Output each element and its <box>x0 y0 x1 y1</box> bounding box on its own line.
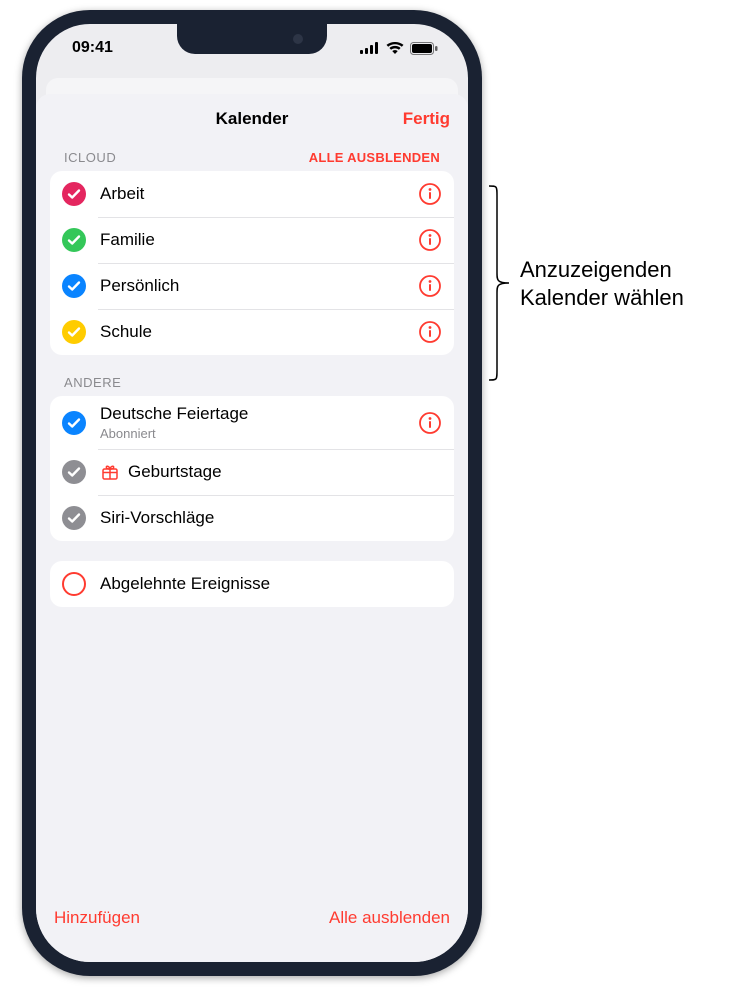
calendar-label: Persönlich <box>100 276 418 296</box>
calendar-row-persoenlich[interactable]: Persönlich <box>50 263 454 309</box>
info-icon[interactable] <box>418 228 442 252</box>
page-title: Kalender <box>216 109 289 129</box>
calendar-group-icloud: Arbeit Familie Persönlich <box>50 171 454 355</box>
done-button[interactable]: Fertig <box>403 94 450 144</box>
calendar-group-andere: Deutsche Feiertage Abonniert Geburtstage <box>50 396 454 541</box>
callout-bracket <box>487 184 511 382</box>
callout-line1: Anzuzeigenden <box>520 257 672 282</box>
calendar-group-declined: Abgelehnte Ereignisse <box>50 561 454 607</box>
checkmark-icon[interactable] <box>62 320 86 344</box>
phone-frame: 09:41 Kalender Fertig <box>22 10 482 976</box>
calendar-label: Siri-Vorschläge <box>100 508 442 528</box>
hide-all-footer-button[interactable]: Alle ausblenden <box>329 908 450 928</box>
calendar-label: Deutsche Feiertage Abonniert <box>100 404 418 441</box>
checkmark-icon[interactable] <box>62 274 86 298</box>
calendar-row-arbeit[interactable]: Arbeit <box>50 171 454 217</box>
phone-screen: 09:41 Kalender Fertig <box>36 24 468 962</box>
sheet-body: ICLOUD ALLE AUSBLENDEN Arbeit Familie <box>36 144 468 892</box>
calendar-sublabel: Abonniert <box>100 426 418 441</box>
calendar-label: Schule <box>100 322 418 342</box>
info-icon[interactable] <box>418 411 442 435</box>
section-title-andere: ANDERE <box>64 375 121 390</box>
sheet-header: Kalender Fertig <box>36 94 468 144</box>
info-icon[interactable] <box>418 320 442 344</box>
battery-icon <box>410 42 438 55</box>
checkmark-icon[interactable] <box>62 182 86 206</box>
section-title-icloud: ICLOUD <box>64 150 116 165</box>
info-icon[interactable] <box>418 274 442 298</box>
calendar-label: Abgelehnte Ereignisse <box>100 574 442 594</box>
sheet-footer: Hinzufügen Alle ausblenden <box>36 892 468 962</box>
checkmark-icon[interactable] <box>62 460 86 484</box>
checkmark-icon[interactable] <box>62 506 86 530</box>
calendar-sheet: Kalender Fertig ICLOUD ALLE AUSBLENDEN A… <box>36 94 468 962</box>
section-header-andere: ANDERE <box>50 369 454 396</box>
checkmark-icon[interactable] <box>62 228 86 252</box>
calendar-row-geburtstage[interactable]: Geburtstage <box>50 449 454 495</box>
checkmark-icon[interactable] <box>62 411 86 435</box>
calendar-row-declined[interactable]: Abgelehnte Ereignisse <box>50 561 454 607</box>
calendar-row-feiertage[interactable]: Deutsche Feiertage Abonniert <box>50 396 454 449</box>
wifi-icon <box>386 42 404 54</box>
hide-all-icloud-button[interactable]: ALLE AUSBLENDEN <box>309 150 440 165</box>
callout-label: Anzuzeigenden Kalender wählen <box>520 256 730 311</box>
status-right <box>360 42 438 55</box>
calendar-row-familie[interactable]: Familie <box>50 217 454 263</box>
status-time: 09:41 <box>72 39 113 57</box>
section-header-icloud: ICLOUD ALLE AUSBLENDEN <box>50 144 454 171</box>
gift-icon <box>100 462 120 482</box>
calendar-label-text: Deutsche Feiertage <box>100 404 248 423</box>
unchecked-icon[interactable] <box>62 572 86 596</box>
calendar-row-siri[interactable]: Siri-Vorschläge <box>50 495 454 541</box>
calendar-label: Arbeit <box>100 184 418 204</box>
calendar-label: Geburtstage <box>128 462 442 482</box>
calendar-label: Familie <box>100 230 418 250</box>
cellular-signal-icon <box>360 42 380 54</box>
callout-line2: Kalender wählen <box>520 285 684 310</box>
add-calendar-button[interactable]: Hinzufügen <box>54 908 140 928</box>
calendar-row-schule[interactable]: Schule <box>50 309 454 355</box>
info-icon[interactable] <box>418 182 442 206</box>
notch <box>177 24 327 54</box>
